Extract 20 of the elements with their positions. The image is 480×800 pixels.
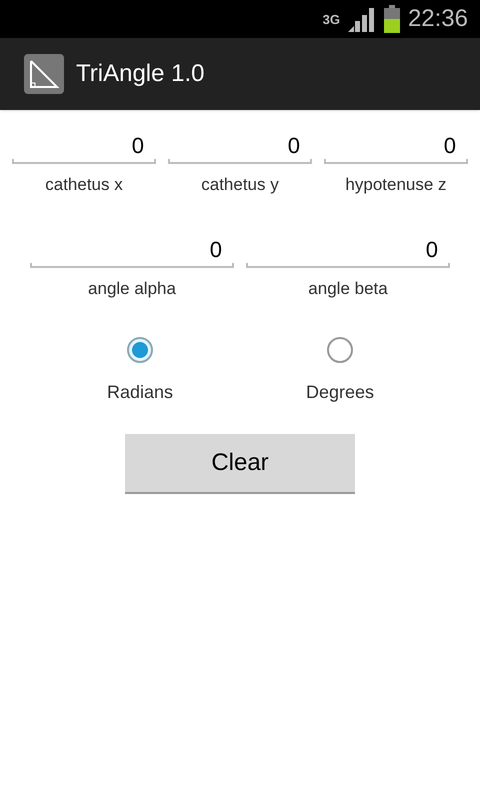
field-label: angle alpha: [88, 278, 176, 300]
network-type: 3G: [322, 12, 340, 26]
field-label: angle beta: [308, 278, 388, 300]
radio-button[interactable]: [326, 337, 353, 363]
app-title: TriAngle 1.0: [76, 59, 205, 89]
radio-button[interactable]: [126, 337, 153, 363]
clear-button[interactable]: Clear: [125, 434, 355, 494]
field-label: cathetus y: [201, 174, 279, 196]
clock: 22:36: [408, 7, 468, 31]
battery-icon: [384, 5, 400, 33]
radio-option[interactable]: Radians: [106, 337, 174, 406]
field-label: cathetus x: [45, 174, 123, 196]
input-field[interactable]: 0: [30, 226, 234, 268]
input-field[interactable]: 0: [246, 226, 450, 268]
input-field[interactable]: 0: [324, 122, 468, 164]
signal-icon: [348, 6, 376, 32]
field-label: hypotenuse z: [345, 174, 447, 196]
radio-option[interactable]: Degrees: [306, 337, 374, 406]
input-field[interactable]: 0: [168, 122, 312, 164]
input-field[interactable]: 0: [12, 122, 156, 164]
